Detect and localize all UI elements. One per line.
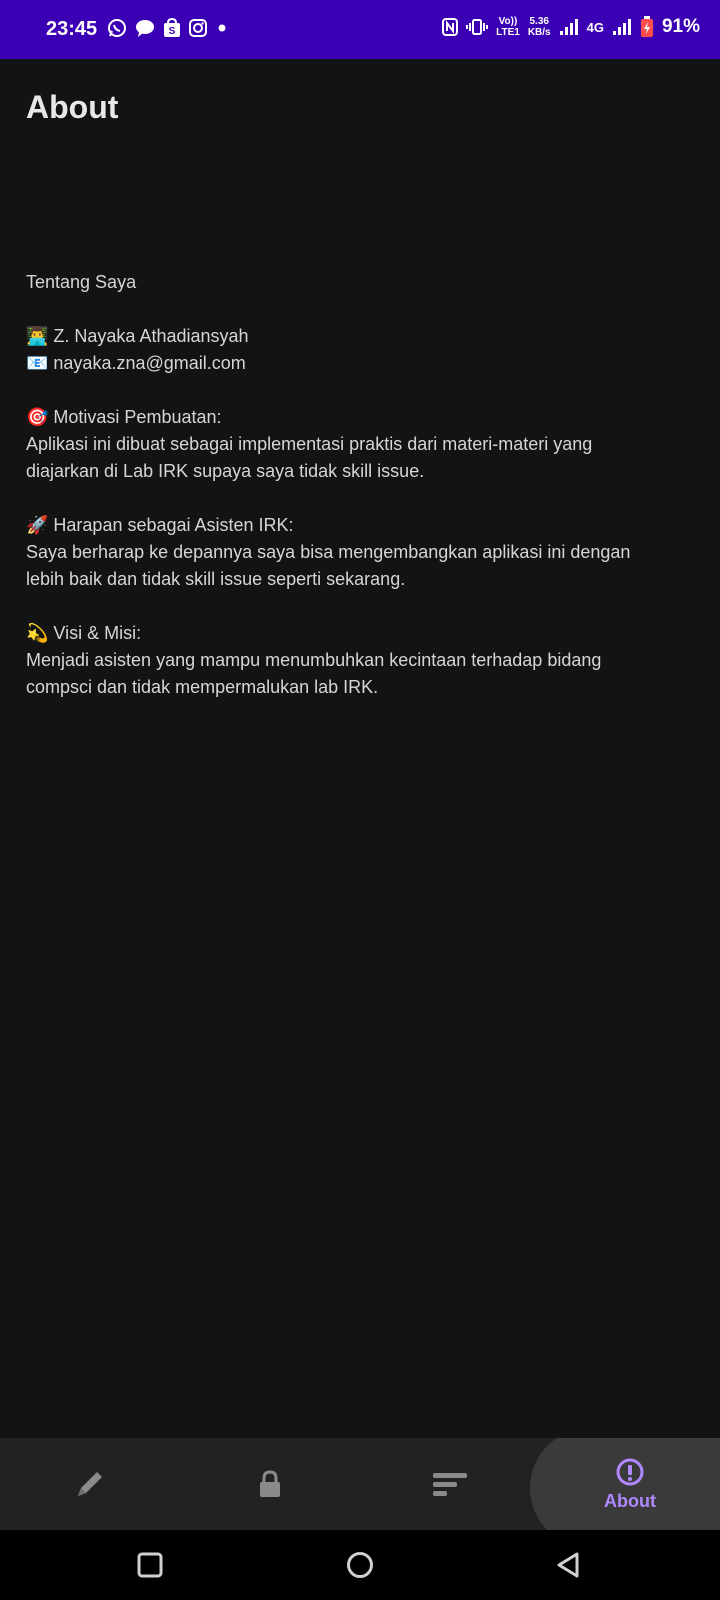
recents-square-icon[interactable] <box>137 1552 163 1578</box>
lte-label: LTE1 <box>496 27 520 38</box>
lock-icon <box>257 1469 283 1499</box>
instagram-icon <box>189 19 207 37</box>
hope-text-2: lebih baik dan tidak skill issue seperti… <box>26 569 406 589</box>
page-title: About <box>26 89 119 125</box>
bottom-navigation: About <box>0 1438 720 1530</box>
messages-icon <box>135 18 155 38</box>
status-bar: 23:45 S Vo)) LTE1 5.36 KB/s 4G 91% <box>0 0 720 59</box>
notification-icons: S <box>107 18 229 38</box>
vision-text-2: compsci dan tidak mempermalukan lab IRK. <box>26 677 379 697</box>
net-speed: 5.36 KB/s <box>528 16 551 38</box>
status-indicators: Vo)) LTE1 5.36 KB/s 4G 91% <box>442 16 700 38</box>
nav-item-edit[interactable] <box>0 1438 180 1530</box>
battery-percent: 91% <box>661 16 700 37</box>
nav-item-about[interactable]: About <box>540 1438 720 1530</box>
nfc-icon <box>442 18 459 36</box>
battery-icon <box>640 16 654 38</box>
vibrate-icon <box>466 18 489 36</box>
signal-icon <box>559 18 579 36</box>
net-speed-value: 5.36 <box>529 16 549 27</box>
name-line: 👨‍💻 Z. Nayaka Athadiansyah <box>26 326 249 346</box>
volte-indicator: Vo)) LTE1 <box>496 16 520 38</box>
back-triangle-icon[interactable] <box>555 1551 581 1579</box>
hope-title: 🚀 Harapan sebagai Asisten IRK: <box>26 515 294 535</box>
whatsapp-icon <box>107 18 127 38</box>
motivation-text-2: diajarkan di Lab IRK supaya saya tidak s… <box>26 461 425 481</box>
status-time: 23:45 <box>46 18 98 40</box>
net-speed-unit: KB/s <box>527 27 551 38</box>
email-line: 📧 nayaka.zna@gmail.com <box>26 353 246 373</box>
about-heading: Tentang Saya <box>26 272 137 292</box>
svg-text:S: S <box>169 26 176 37</box>
system-navigation-bar <box>0 1530 720 1600</box>
nav-label-about: About <box>604 1490 656 1511</box>
network-type: 4G <box>586 19 604 35</box>
motivation-title: 🎯 Motivasi Pembuatan: <box>26 407 222 427</box>
home-circle-icon[interactable] <box>346 1551 374 1579</box>
signal-2-icon <box>612 18 632 36</box>
dot-icon <box>215 21 229 35</box>
info-icon <box>615 1457 645 1487</box>
vision-title: 💫 Visi & Misi: <box>26 623 142 643</box>
about-content: Tentang Saya 👨‍💻 Z. Nayaka Athadiansyah … <box>26 269 696 701</box>
sort-icon <box>431 1470 469 1498</box>
shop-icon: S <box>163 18 181 38</box>
nav-item-lock[interactable] <box>180 1438 360 1530</box>
vision-text-1: Menjadi asisten yang mampu menumbuhkan k… <box>26 650 602 670</box>
volte-label: Vo)) <box>498 16 518 27</box>
nav-item-sort[interactable] <box>360 1438 540 1530</box>
motivation-text-1: Aplikasi ini dibuat sebagai implementasi… <box>26 434 593 454</box>
pencil-icon <box>72 1466 108 1502</box>
hope-text-1: Saya berharap ke depannya saya bisa meng… <box>26 542 631 562</box>
app-screen: About Tentang Saya 👨‍💻 Z. Nayaka Athadia… <box>0 59 720 1439</box>
